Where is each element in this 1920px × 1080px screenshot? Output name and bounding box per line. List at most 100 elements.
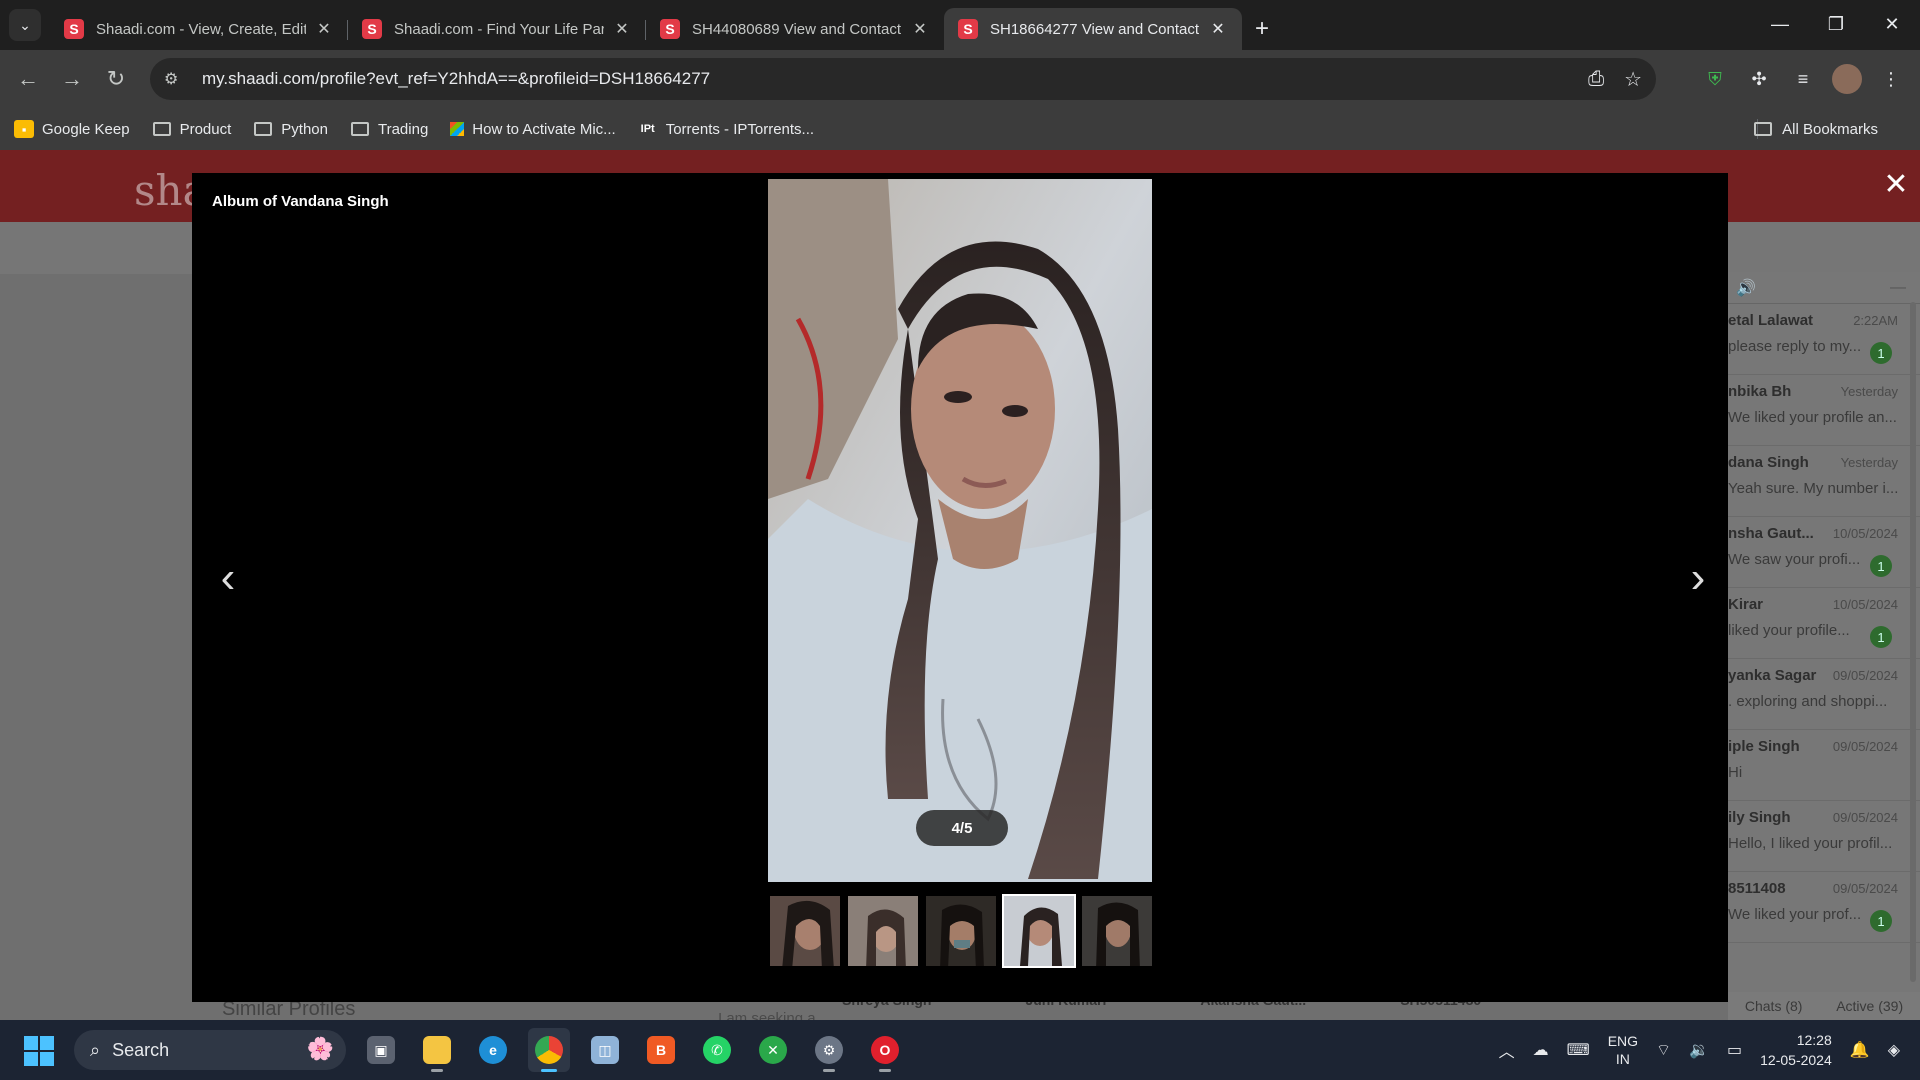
battery-icon[interactable]: ▭ xyxy=(1727,1040,1742,1060)
close-tab-icon[interactable]: ✕ xyxy=(314,19,334,39)
chat-list: etal Lalawat 2:22AM please reply to my... 1… xyxy=(1728,304,1920,943)
install-app-icon[interactable]: ⎙ xyxy=(1588,68,1604,91)
forward-icon[interactable]: → xyxy=(50,59,94,99)
close-tab-icon[interactable]: ✕ xyxy=(612,19,632,39)
previous-photo-icon[interactable]: ‹ xyxy=(210,553,246,603)
site-info-icon[interactable]: ⚙ xyxy=(164,69,190,89)
close-tab-icon[interactable]: ✕ xyxy=(910,19,930,39)
shaadi-favicon-icon: S xyxy=(64,19,84,39)
folder-icon xyxy=(253,120,273,138)
new-tab-button[interactable]: + xyxy=(1242,8,1282,50)
minimize-chat-icon[interactable]: — xyxy=(1890,279,1906,297)
folder-icon xyxy=(152,120,172,138)
chat-item[interactable]: 8511408 09/05/2024 We liked your prof... 1 xyxy=(1728,872,1920,943)
xbox-app[interactable]: ✕ xyxy=(752,1028,794,1072)
chat-item[interactable]: nbika Bh Yesterday We liked your profile a… xyxy=(1728,375,1920,446)
language-indicator[interactable]: ENG IN xyxy=(1608,1032,1638,1068)
photos-app[interactable]: ◫ xyxy=(584,1028,626,1072)
all-bookmarks-button[interactable]: All Bookmarks xyxy=(1754,108,1878,150)
tab-3[interactable]: S SH44080689 View and Contact ✕ xyxy=(646,8,944,50)
region-code: IN xyxy=(1615,1051,1630,1067)
profile-avatar[interactable] xyxy=(1832,64,1862,94)
bookmark-label: How to Activate Mic... xyxy=(472,120,616,138)
unread-badge: 1 xyxy=(1870,342,1892,364)
bookmark-python[interactable]: Python xyxy=(253,120,328,138)
active-tab[interactable]: Active (39) xyxy=(1836,998,1903,1014)
file-explorer-app[interactable] xyxy=(416,1028,458,1072)
chat-time: 09/05/2024 xyxy=(1832,668,1898,683)
photo-thumbnail[interactable] xyxy=(924,894,998,968)
chat-item[interactable]: iple Singh 09/05/2024 Hi xyxy=(1728,730,1920,801)
chat-item[interactable]: Kirar 10/05/2024 liked your profile... 1 xyxy=(1728,588,1920,659)
edge-app[interactable]: e xyxy=(472,1028,514,1072)
menu-dots-icon[interactable]: ⋮ xyxy=(1876,64,1906,94)
thumbnail-image xyxy=(1082,896,1152,966)
bookmark-star-icon[interactable]: ☆ xyxy=(1624,67,1642,92)
back-icon[interactable]: ← xyxy=(6,59,50,99)
bookmark-label: All Bookmarks xyxy=(1782,120,1878,138)
chat-item[interactable]: nsha Gaut... 10/05/2024 We saw your profi.… xyxy=(1728,517,1920,588)
photo-thumbnail[interactable] xyxy=(1080,894,1154,968)
tab-search-button[interactable]: ⌄ xyxy=(9,9,41,41)
tab-title: Shaadi.com - View, Create, Edit, xyxy=(96,20,306,38)
bookmark-trading[interactable]: Trading xyxy=(350,120,428,138)
chat-time: 09/05/2024 xyxy=(1832,739,1898,754)
volume-icon[interactable]: 🔉 xyxy=(1689,1040,1709,1060)
clock[interactable]: 12:28 12-05-2024 xyxy=(1760,1030,1832,1070)
photo-thumbnail[interactable] xyxy=(846,894,920,968)
bookmark-product[interactable]: Product xyxy=(152,120,231,138)
settings-app[interactable]: ⚙ xyxy=(808,1028,850,1072)
close-window-icon[interactable]: ✕ xyxy=(1864,0,1920,48)
clock-date: 12-05-2024 xyxy=(1760,1052,1832,1068)
onedrive-icon[interactable]: ☁ xyxy=(1533,1040,1549,1060)
keyboard-icon[interactable]: ⌨ xyxy=(1567,1040,1590,1060)
chat-scrollbar[interactable] xyxy=(1910,302,1916,982)
restore-icon[interactable]: ❐ xyxy=(1808,0,1864,48)
tab-1[interactable]: S Shaadi.com - View, Create, Edit, ✕ xyxy=(50,8,348,50)
brave-app[interactable]: B xyxy=(640,1028,682,1072)
photo-thumbnail[interactable] xyxy=(768,894,842,968)
wifi-icon[interactable]: ⌔ xyxy=(1656,1040,1671,1060)
bookmark-activate-mic[interactable]: How to Activate Mic... xyxy=(450,120,616,138)
reload-icon[interactable]: ↻ xyxy=(94,59,138,99)
thumbnail-image xyxy=(1004,896,1074,966)
photo-thumbnail-selected[interactable] xyxy=(1002,894,1076,968)
microsoft-icon xyxy=(450,122,465,136)
extensions-puzzle-icon[interactable]: ✣ xyxy=(1744,64,1774,94)
taskbar-search[interactable]: ⌕ Search 🌸 xyxy=(74,1030,346,1070)
bookmark-label: Google Keep xyxy=(42,120,130,138)
bookmark-iptorrents[interactable]: IPt Torrents - IPTorrents... xyxy=(638,120,814,138)
chevron-up-icon[interactable]: ︿ xyxy=(1499,1038,1515,1062)
whatsapp-app[interactable]: ✆ xyxy=(696,1028,738,1072)
start-windows-icon[interactable] xyxy=(24,1036,54,1066)
task-view-app[interactable]: ▣ xyxy=(360,1028,402,1072)
tab-title: Shaadi.com - Find Your Life Part xyxy=(394,20,604,38)
media-queue-icon[interactable]: ≡ xyxy=(1788,64,1818,94)
close-tab-icon[interactable]: ✕ xyxy=(1208,19,1228,39)
chat-item[interactable]: ily Singh 09/05/2024 Hello, I liked your p… xyxy=(1728,801,1920,872)
chats-tab[interactable]: Chats (8) xyxy=(1745,998,1803,1014)
edge-icon: e xyxy=(479,1036,507,1064)
chat-item[interactable]: yanka Sagar 09/05/2024. exploring and sho… xyxy=(1728,659,1920,730)
window-controls: — ❐ ✕ xyxy=(1752,0,1920,48)
portrait-photo xyxy=(768,179,1152,882)
unread-badge: 1 xyxy=(1870,555,1892,577)
tab-4-active[interactable]: S SH18664277 View and Contact ✕ xyxy=(944,8,1242,50)
notification-bell-icon[interactable]: 🔔 xyxy=(1850,1040,1870,1060)
main-photo xyxy=(768,179,1152,882)
copilot-icon[interactable]: ◈ xyxy=(1888,1040,1900,1060)
url-text[interactable]: my.shaadi.com/profile?evt_ref=Y2hhdA==&p… xyxy=(202,69,710,89)
chat-item[interactable]: dana Singh Yesterday Yeah sure. My number … xyxy=(1728,446,1920,517)
chat-item[interactable]: etal Lalawat 2:22AM please reply to my... 1 xyxy=(1728,304,1920,375)
close-modal-icon[interactable]: ✕ xyxy=(1880,168,1912,201)
speaker-icon[interactable]: 🔊 xyxy=(1736,278,1756,298)
shield-extension-icon[interactable]: ⛨ xyxy=(1700,64,1730,94)
minimize-icon[interactable]: — xyxy=(1752,0,1808,48)
bookmark-google-keep[interactable]: ▪ Google Keep xyxy=(14,120,130,138)
address-bar[interactable]: ⚙ my.shaadi.com/profile?evt_ref=Y2hhdA==… xyxy=(150,58,1656,100)
chrome-app[interactable] xyxy=(528,1028,570,1072)
pinned-apps: ▣ e ◫ B ✆ ✕ ⚙ O xyxy=(360,1028,906,1072)
opera-app[interactable]: O xyxy=(864,1028,906,1072)
tab-2[interactable]: S Shaadi.com - Find Your Life Part ✕ xyxy=(348,8,646,50)
next-photo-icon[interactable]: › xyxy=(1680,553,1716,603)
